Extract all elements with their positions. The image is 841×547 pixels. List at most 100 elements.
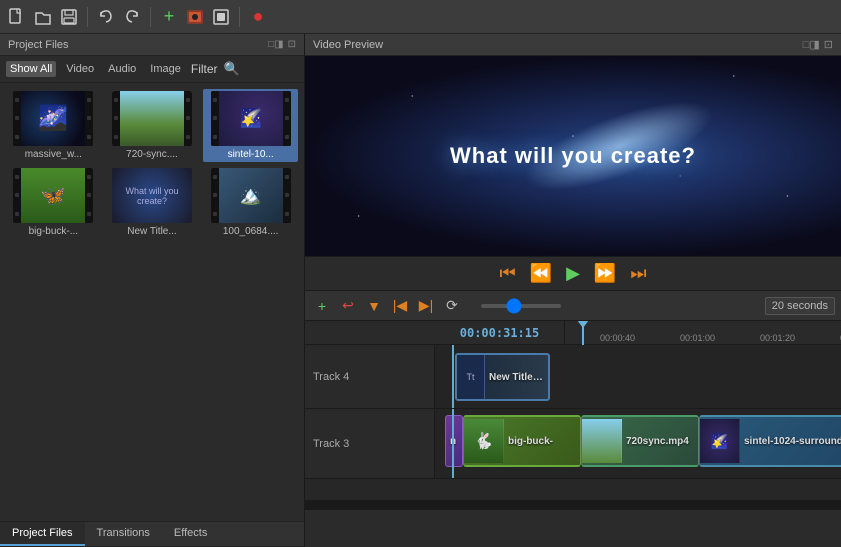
file-item-massive[interactable]: 🌌 massive_w... [6,89,101,162]
export-button[interactable] [184,6,206,28]
time-ruler[interactable]: 00:00:40 00:01:00 00:01:20 00:01:40 00:0… [565,321,841,345]
clip-thumb-720sync [582,419,622,463]
filter-show-all[interactable]: Show All [6,61,56,77]
file-thumb-720sync [112,91,192,146]
redo-button[interactable] [121,6,143,28]
left-panel: Project Files □◨ ⊡ Show All Video Audio … [0,34,305,547]
separator-2 [150,7,151,27]
jump-start-button[interactable]: |◀ [389,295,411,317]
timeline-toolbar: + ↩ ▼ |◀ ▶| ⟳ 20 seconds [305,291,841,321]
filter-bar: Show All Video Audio Image Filter 🔍 [0,56,304,83]
panel-icon-1: □◨ [268,39,284,50]
fast-forward-button[interactable]: ⏩ [590,261,620,286]
jump-end-button[interactable]: ▶| [415,295,437,317]
zoom-label: 20 seconds [765,297,835,315]
preview-header: Video Preview □◨ ⊡ [305,34,841,56]
add-track-button[interactable]: + [311,295,333,317]
filter-audio[interactable]: Audio [104,61,140,77]
timeline-section: + ↩ ▼ |◀ ▶| ⟳ 20 seconds 00:00:31:15 00:… [305,290,841,510]
timecode-display: 00:00:31:15 [460,326,539,340]
playhead-triangle [577,321,589,328]
clip-new-title-svg[interactable]: Tt New Title.svg [455,353,550,401]
file-name-sintel: sintel-10... [228,149,274,160]
file-name-massive: massive_w... [25,149,82,160]
file-thumb-massive: 🌌 [13,91,93,146]
main-toolbar: + ● [0,0,841,34]
clip-bigbuck[interactable]: 🐇 big-buck- [463,415,581,467]
clip-label-n: n [446,436,460,447]
file-name-newtitle: New Title... [127,226,176,237]
tab-transitions[interactable]: Transitions [85,522,162,546]
panel-icon-2: ⊡ [288,39,296,50]
file-item-720sync[interactable]: 720-sync.... [105,89,200,162]
track-3-label: Track 3 [305,409,435,478]
file-thumb-sintel: 🌠 [211,91,291,146]
fullscreen-button[interactable] [210,6,232,28]
file-name-720sync: 720-sync.... [126,149,178,160]
clip-thumb-bigbuck: 🐇 [464,419,504,463]
track-4-row: Track 4 Tt New Title.svg [305,345,841,409]
filter-image[interactable]: Image [146,61,185,77]
file-item-100[interactable]: 🏔️ 100_0684.... [203,166,298,239]
video-preview: What will you create? [305,56,841,256]
ruler-mark-40: 00:00:40 [600,333,635,343]
save-button[interactable] [58,6,80,28]
clip-thumb-sintel: 🌠 [700,419,740,463]
skip-to-start-button[interactable]: ⏮ [495,261,519,286]
zoom-slider[interactable] [481,304,561,308]
bottom-tabs: Project Files Transitions Effects [0,521,304,547]
cursor-line-t4 [452,345,454,408]
preview-icon-2: ⊡ [824,38,833,51]
track-3-row: Track 3 n 🐇 [305,409,841,479]
track-area: Track 4 Tt New Title.svg [305,345,841,500]
file-name-100: 100_0684.... [223,226,279,237]
file-thumb-newtitle: What will you create? [112,168,192,223]
clip-label-new-title: New Title.svg [485,372,548,383]
file-item-newtitle[interactable]: What will you create? New Title... [105,166,200,239]
filter-label: Filter [191,62,218,76]
panel-header-icons: □◨ ⊡ [268,39,296,50]
clip-label-sintel: sintel-1024-surround.mp4 [740,436,841,447]
project-files-header: Project Files □◨ ⊡ [0,34,304,56]
timeline-scrollbar[interactable] [305,500,841,510]
import-button[interactable]: + [158,6,180,28]
ruler-mark-100: 00:01:00 [680,333,715,343]
remove-track-button[interactable]: ↩ [337,295,359,317]
clip-down-button[interactable]: ▼ [363,295,385,317]
tab-effects[interactable]: Effects [162,522,219,546]
file-name-bigbuck: big-buck-... [29,226,78,237]
tab-project-files[interactable]: Project Files [0,522,85,546]
new-button[interactable] [6,6,28,28]
open-button[interactable] [32,6,54,28]
record-button[interactable]: ● [247,6,269,28]
clip-n[interactable]: n [445,415,463,467]
undo-button[interactable] [95,6,117,28]
project-files-title: Project Files [8,39,69,51]
filter-video[interactable]: Video [62,61,98,77]
file-thumb-bigbuck: 🦋 [13,168,93,223]
filter-icon: 🔍 [224,61,240,77]
rewind-button[interactable]: ⏪ [526,261,556,286]
ruler-mark-120: 00:01:20 [760,333,795,343]
skip-to-end-button[interactable]: ⏭ [626,261,650,286]
clip-label-720sync: 720sync.mp4 [622,436,693,447]
separator-3 [239,7,240,27]
track-4-label: Track 4 [305,345,435,408]
playhead[interactable] [582,321,584,345]
playback-controls: ⏮ ⏪ ▶ ⏩ ⏭ [305,256,841,290]
file-item-sintel[interactable]: 🌠 sintel-10... [203,89,298,162]
play-button[interactable]: ▶ [562,261,584,286]
preview-title: Video Preview [313,39,383,51]
file-item-bigbuck[interactable]: 🦋 big-buck-... [6,166,101,239]
track-4-content[interactable]: Tt New Title.svg [435,345,841,408]
right-panel: Video Preview □◨ ⊡ What will you create?… [305,34,841,547]
clip-720sync[interactable]: 720sync.mp4 [581,415,699,467]
file-grid: 🌌 massive_w... 720-sync.... 🌠 sintel-10.… [0,83,304,521]
preview-header-icons: □◨ ⊡ [803,38,833,51]
track-3-content[interactable]: n 🐇 big-buck- 720 [435,409,841,478]
timecode-bar: 00:00:31:15 00:00:40 00:01:00 00:01:20 0… [305,321,841,345]
loop-button[interactable]: ⟳ [441,295,463,317]
clip-sintel[interactable]: 🌠 sintel-1024-surround.mp4 [699,415,841,467]
main-area: Project Files □◨ ⊡ Show All Video Audio … [0,34,841,547]
separator-1 [87,7,88,27]
